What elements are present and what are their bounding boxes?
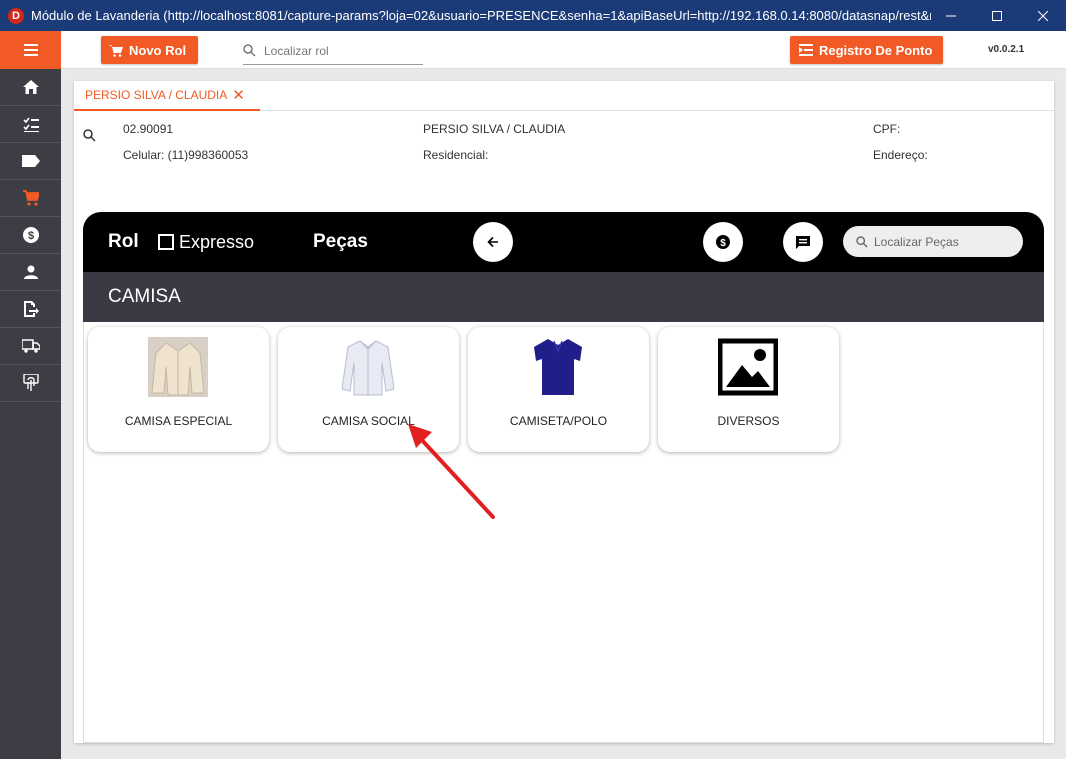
arrow-left-icon xyxy=(487,236,498,248)
app-version: v0.0.2.1 xyxy=(988,44,1025,55)
search-pecas-input[interactable]: Localizar Peças xyxy=(843,226,1023,257)
sidebar-item-cart[interactable] xyxy=(0,180,61,217)
window-controls xyxy=(928,0,1066,31)
placeholder-image-icon xyxy=(718,338,778,396)
tag-icon xyxy=(21,155,40,167)
minimize-icon xyxy=(946,15,956,16)
card-camiseta-polo[interactable]: CAMISETA/POLO xyxy=(468,327,649,452)
sidebar-item-delivery[interactable] xyxy=(0,328,61,365)
sidebar-item-export[interactable] xyxy=(0,291,61,328)
minimize-button[interactable] xyxy=(928,0,974,31)
registro-ponto-button[interactable]: Registro De Ponto xyxy=(790,36,943,64)
sidebar: $ xyxy=(0,31,61,759)
app-icon: D xyxy=(8,7,24,24)
truck-icon xyxy=(21,339,40,353)
category-bar: CAMISA xyxy=(83,272,1044,322)
price-button[interactable]: $ xyxy=(703,222,743,262)
card-label: CAMISETA/POLO xyxy=(509,414,608,428)
hamburger-icon xyxy=(23,44,38,56)
maximize-icon xyxy=(992,10,1002,21)
client-phone: Celular: (11)998360053 xyxy=(123,148,249,162)
menu-button[interactable] xyxy=(0,31,61,69)
cart-add-icon xyxy=(109,44,123,57)
novo-rol-button[interactable]: Novo Rol xyxy=(101,36,198,64)
tab-bar: PERSIO SILVA / CLAUDIA ✕ xyxy=(74,81,1054,111)
search-rol-input[interactable]: Localizar rol xyxy=(243,37,423,65)
fingerprint-icon xyxy=(22,374,39,391)
back-button[interactable] xyxy=(473,222,513,262)
search-icon xyxy=(243,44,256,57)
registro-ponto-label: Registro De Ponto xyxy=(819,42,933,58)
expresso-label: Expresso xyxy=(179,232,255,252)
sidebar-item-biometric[interactable] xyxy=(0,365,61,402)
money-icon: $ xyxy=(22,227,39,243)
svg-text:$: $ xyxy=(27,230,33,242)
money-icon: $ xyxy=(716,235,730,249)
sidebar-item-finance[interactable]: $ xyxy=(0,217,61,254)
novo-rol-label: Novo Rol xyxy=(129,42,187,58)
cart-icon xyxy=(22,190,39,206)
pecas-title: Peças xyxy=(313,231,368,252)
sidebar-item-home[interactable] xyxy=(0,69,61,106)
top-toolbar: Novo Rol Localizar rol Registro De Ponto… xyxy=(61,31,1066,69)
search-pecas-placeholder: Localizar Peças xyxy=(874,234,959,249)
pecas-header: Rol Expresso Peças $ Localizar Peças xyxy=(83,212,1044,272)
card-camisa-especial[interactable]: CAMISA ESPECIAL xyxy=(88,327,269,452)
client-endereco: Endereço: xyxy=(873,148,928,162)
blouse-image xyxy=(148,337,208,397)
maximize-button[interactable] xyxy=(974,0,1020,31)
card-label: CAMISA SOCIAL xyxy=(322,414,415,428)
window-title: Módulo de Lavanderia (http://localhost:8… xyxy=(31,8,931,23)
message-button[interactable] xyxy=(783,222,823,262)
search-rol-placeholder: Localizar rol xyxy=(264,43,329,58)
checklist-icon xyxy=(22,117,39,132)
card-label: DIVERSOS xyxy=(717,414,780,428)
tab-client-label: PERSIO SILVA / CLAUDIA xyxy=(85,88,228,102)
user-icon xyxy=(23,265,38,279)
svg-text:$: $ xyxy=(720,238,726,249)
sidebar-item-tags[interactable] xyxy=(0,143,61,180)
polo-shirt-image xyxy=(534,339,582,395)
clock-list-icon xyxy=(799,44,813,56)
search-icon xyxy=(856,235,868,247)
window-titlebar: D Módulo de Lavanderia (http://localhost… xyxy=(0,0,1066,31)
client-residencial: Residencial: xyxy=(423,148,489,162)
expresso-checkbox[interactable] xyxy=(158,234,174,250)
card-diversos[interactable]: DIVERSOS xyxy=(658,327,839,452)
close-icon xyxy=(1038,10,1048,21)
dress-shirt-image xyxy=(341,340,395,396)
card-camisa-social[interactable]: CAMISA SOCIAL xyxy=(278,327,459,452)
card-label: CAMISA ESPECIAL xyxy=(124,414,233,428)
rol-title: Rol xyxy=(108,231,139,252)
home-icon xyxy=(22,80,39,94)
chat-icon xyxy=(796,235,810,249)
client-name: PERSIO SILVA / CLAUDIA xyxy=(423,122,566,136)
export-icon xyxy=(23,301,39,317)
sidebar-item-user[interactable] xyxy=(0,254,61,291)
search-icon xyxy=(83,129,96,142)
sidebar-item-checklist[interactable] xyxy=(0,106,61,143)
client-search-button[interactable] xyxy=(83,129,96,147)
client-cpf: CPF: xyxy=(873,122,901,136)
pecas-container: Rol Expresso Peças $ Localizar Peças CAM… xyxy=(83,212,1044,743)
close-tab-icon[interactable]: ✕ xyxy=(232,86,245,104)
close-window-button[interactable] xyxy=(1020,0,1066,31)
client-code: 02.90091 xyxy=(123,122,174,136)
pecas-grid: CAMISA ESPECIAL CAMISA SOCIAL CAMISETA/P… xyxy=(88,327,848,452)
tab-client[interactable]: PERSIO SILVA / CLAUDIA ✕ xyxy=(74,81,260,111)
main-panel: PERSIO SILVA / CLAUDIA ✕ 02.90091 Celula… xyxy=(74,81,1054,743)
